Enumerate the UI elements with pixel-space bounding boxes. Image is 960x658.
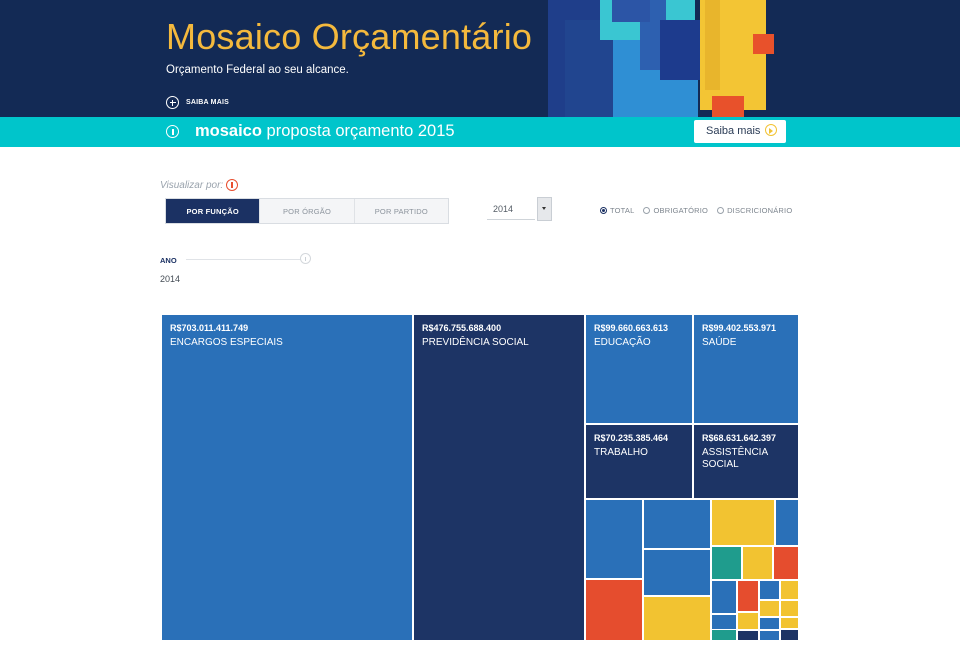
visualizar-label: Visualizar por: [160,180,224,191]
plus-circle-icon [166,96,179,109]
view-por-orgao-button[interactable]: POR ÓRGÃO [260,199,355,223]
tile-amount: R$99.660.663.613 [594,323,669,333]
treemap-tile[interactable]: R$70.235.385.464 TRABALHO [585,424,693,499]
ano-label: ANO [160,256,177,265]
tile-name: PREVIDÊNCIA SOCIAL [422,337,529,348]
radio-obrigatorio-label: OBRIGATÓRIO [653,206,709,215]
radio-total[interactable]: TOTAL [600,206,634,215]
tile-name: ENCARGOS ESPECIAIS [170,337,283,348]
year-select-value: 2014 [493,204,514,214]
year-select-underline [487,219,535,220]
chevron-down-icon[interactable] [537,197,552,221]
treemap-small-tile[interactable] [742,546,773,580]
treemap-small-tile[interactable] [711,546,742,580]
radio-dot-icon [600,207,607,214]
app-title: Mosaico Orçamentário [166,16,533,57]
tile-amount: R$68.631.642.397 [702,433,777,443]
treemap-small-tile[interactable] [780,580,799,600]
info-icon[interactable] [226,179,238,191]
info-circle-icon [166,125,179,138]
treemap-small-tile[interactable] [773,546,799,580]
tile-amount: R$476.755.688.400 [422,323,502,333]
treemap-small-tile[interactable] [775,499,799,546]
budget-treemap: R$703.011.411.749 ENCARGOS ESPECIAIS R$476… [161,314,799,641]
arrow-circle-icon [765,124,777,136]
treemap-small-tile[interactable] [643,596,711,641]
proposal-banner: mosaico proposta orçamento 2015 [0,117,960,147]
saiba-mais-label: SAIBA MAIS [186,99,229,106]
saiba-mais-header-link[interactable]: SAIBA MAIS [166,96,229,109]
treemap-tile[interactable]: R$68.631.642.397 ASSISTÊNCIA SOCIAL [693,424,799,499]
banner-text: mosaico proposta orçamento 2015 [195,122,455,141]
treemap-small-tile[interactable] [737,630,759,641]
banner-button-label: Saiba mais [706,125,761,137]
radio-total-label: TOTAL [610,206,635,215]
treemap-small-tile[interactable] [585,499,643,579]
treemap-tile[interactable]: R$703.011.411.749 ENCARGOS ESPECIAIS [161,314,413,641]
treemap-small-tile[interactable] [711,499,775,546]
tile-name: SAÚDE [702,337,737,348]
tile-name: TRABALHO [594,447,648,458]
banner-brand: mosaico [195,122,262,140]
treemap-small-tile[interactable] [737,612,759,630]
ano-slider-handle[interactable] [300,253,311,264]
banner-saiba-mais-button[interactable]: Saiba mais [694,120,786,143]
treemap-tile[interactable]: R$99.660.663.613 EDUCAÇÃO [585,314,693,424]
treemap-tile[interactable]: R$476.755.688.400 PREVIDÊNCIA SOCIAL [413,314,585,641]
radio-discricionario-label: DISCRICIONÁRIO [727,206,793,215]
treemap-small-tile[interactable] [643,549,711,596]
budget-type-radios: TOTAL OBRIGATÓRIO DISCRICIONÁRIO [600,206,801,215]
ano-value: 2014 [160,274,181,284]
treemap-small-tile[interactable] [737,580,759,612]
treemap-small-tile[interactable] [711,629,737,641]
tile-amount: R$70.235.385.464 [594,433,669,443]
year-select[interactable]: 2014 [487,197,552,221]
radio-dot-icon [717,207,725,214]
treemap-small-tile[interactable] [643,499,711,549]
site-header: Mosaico Orçamentário Orçamento Federal a… [0,0,960,117]
view-mode-toggle: POR FUNÇÃO POR ÓRGÃO POR PARTIDO [165,198,449,224]
banner-message: proposta orçamento 2015 [266,122,455,140]
view-por-partido-button[interactable]: POR PARTIDO [354,199,448,223]
treemap-small-tile[interactable] [759,630,780,641]
treemap-small-tile[interactable] [759,617,780,630]
radio-discricionario[interactable]: DISCRICIONÁRIO [717,206,792,215]
radio-dot-icon [643,207,651,214]
radio-obrigatorio[interactable]: OBRIGATÓRIO [643,206,708,215]
treemap-tile[interactable]: R$99.402.553.971 SAÚDE [693,314,799,424]
tile-amount: R$99.402.553.971 [702,323,777,333]
tile-amount: R$703.011.411.749 [170,323,249,333]
treemap-small-tile[interactable] [780,600,799,617]
view-por-funcao-button[interactable]: POR FUNÇÃO [166,199,261,223]
treemap-small-tile[interactable] [759,580,780,600]
ano-slider-track[interactable] [186,259,302,260]
treemap-small-tile[interactable] [780,629,799,641]
treemap-small-tile[interactable] [711,580,737,614]
treemap-small-tile[interactable] [759,600,780,617]
treemap-small-tile[interactable] [585,579,643,641]
app-subtitle: Orçamento Federal ao seu alcance. [166,64,349,76]
treemap-small-tile[interactable] [780,617,799,629]
tile-name: EDUCAÇÃO [594,337,651,348]
tile-name: ASSISTÊNCIA SOCIAL [702,447,768,470]
